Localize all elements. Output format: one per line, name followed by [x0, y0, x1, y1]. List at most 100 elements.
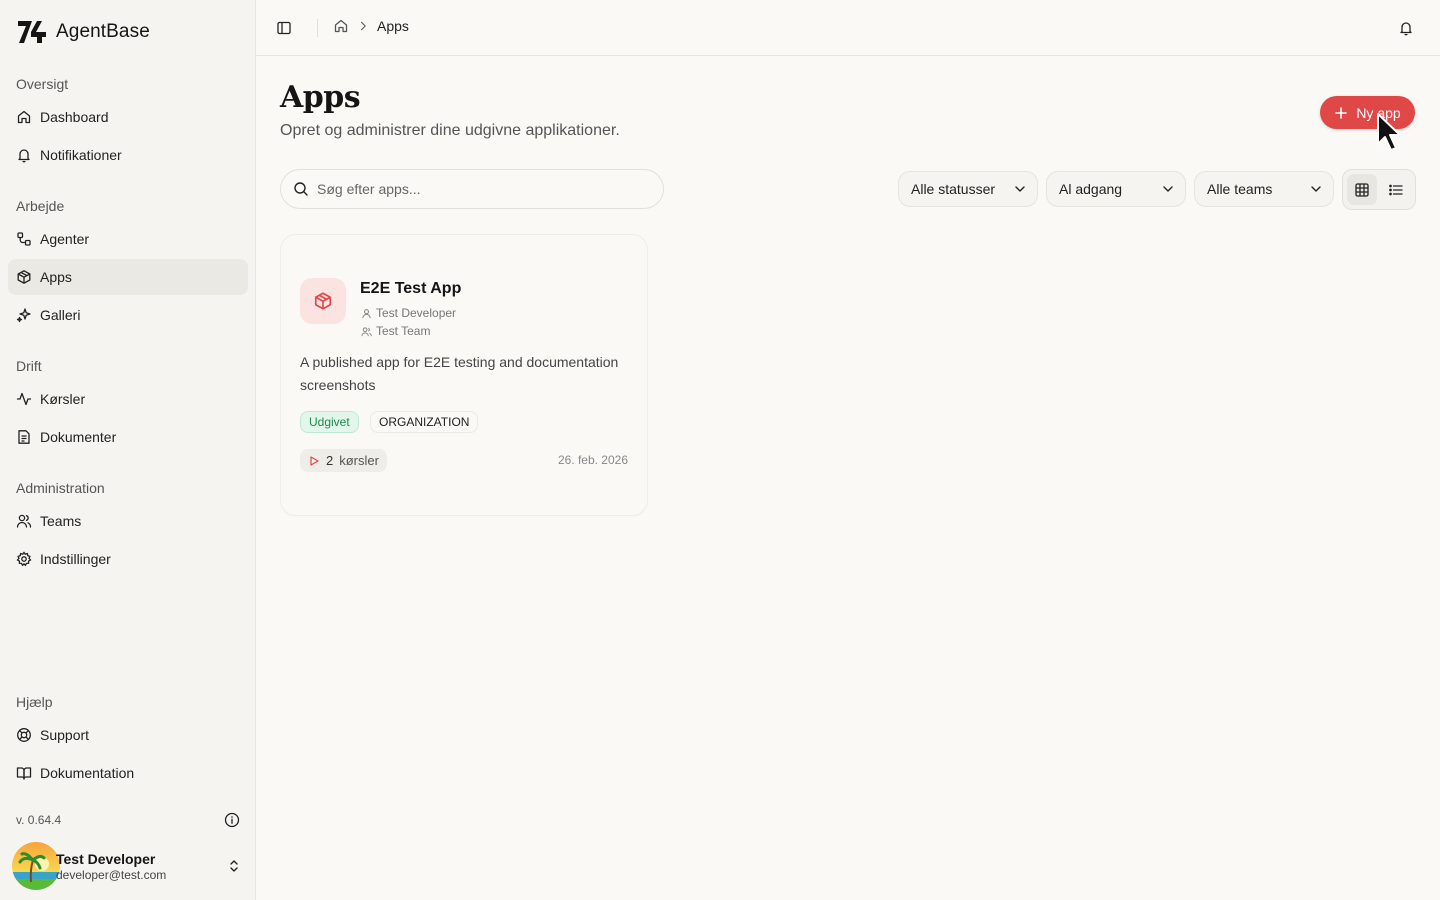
agentbase-logo-icon	[18, 21, 46, 43]
book-open-icon	[16, 767, 32, 780]
teams-filter-value: Alle teams	[1207, 181, 1273, 197]
user-name: Test Developer	[56, 850, 156, 867]
app-name: AgentBase	[56, 21, 150, 42]
page-subtitle: Opret og administrer dine udgivne applik…	[280, 122, 620, 139]
nav-section-hjaelp: Hjælp Support Dokumentation	[0, 690, 256, 791]
sidebar-item-dokumenter[interactable]: Dokumenter	[8, 419, 248, 455]
search-box[interactable]	[280, 169, 664, 209]
users-icon	[16, 514, 32, 528]
user-icon	[362, 308, 371, 318]
nav-section-drift: Drift Kørsler Dokumenter	[0, 354, 256, 455]
version-label: v. 0.64.4	[16, 813, 62, 827]
package-icon	[17, 270, 31, 284]
sidebar-item-label: Kørsler	[40, 391, 86, 407]
sidebar-item-label: Indstillinger	[40, 551, 111, 567]
life-buoy-icon	[17, 728, 31, 742]
bell-icon	[18, 149, 30, 163]
teams-filter-select[interactable]: Alle teams	[1194, 171, 1334, 207]
sidebar-item-label: Support	[40, 727, 90, 743]
chevron-down-icon	[1015, 186, 1025, 192]
developer-name: Test Developer	[376, 306, 457, 320]
runs-count: 2	[326, 453, 334, 468]
list-view-button[interactable]	[1381, 174, 1411, 205]
app-card-date: 26. feb. 2026	[557, 453, 628, 467]
breadcrumb: Apps	[333, 18, 409, 34]
user-info: Test Developer developer@test.com	[56, 851, 226, 882]
search-input[interactable]	[317, 181, 637, 197]
team-name: Test Team	[376, 324, 431, 338]
grid-icon	[1355, 182, 1369, 197]
sidebar-item-dokumentation[interactable]: Dokumentation	[8, 755, 248, 791]
beach-avatar-icon	[12, 842, 60, 890]
user-email: developer@test.com	[56, 867, 167, 882]
grid-view-button[interactable]	[1347, 174, 1377, 205]
nav-section-administration: Administration Teams Indstillinger	[0, 476, 256, 577]
breadcrumb-current: Apps	[377, 18, 409, 34]
app-card-title: E2E Test App	[360, 280, 462, 297]
notifications-bell-icon[interactable]	[1398, 20, 1414, 36]
activity-icon	[16, 392, 32, 406]
user-menu[interactable]: Test Developer developer@test.com	[12, 842, 244, 890]
sidebar-item-label: Dokumenter	[40, 429, 117, 445]
version-row: v. 0.64.4	[16, 812, 240, 828]
page-title: Apps	[280, 80, 361, 115]
sidebar: AgentBase Oversigt Dashboard Notifikatio…	[0, 0, 256, 900]
home-icon[interactable]	[333, 18, 349, 34]
app-card[interactable]: E2E Test App Test Developer Test Team A …	[280, 234, 648, 516]
brand[interactable]: AgentBase	[16, 18, 150, 46]
app-card-icon	[300, 278, 346, 324]
access-filter-select[interactable]: Al adgang	[1046, 171, 1186, 207]
chevron-down-icon	[1163, 186, 1173, 192]
topbar-divider	[317, 19, 318, 37]
app-card-description: A published app for E2E testing and docu…	[300, 354, 619, 393]
sidebar-item-support[interactable]: Support	[8, 717, 248, 753]
users-icon	[361, 326, 372, 336]
play-icon	[310, 455, 319, 466]
status-badge: Udgivet	[300, 411, 359, 433]
nav-section-arbejde: Arbejde Agenter Apps Galleri	[0, 194, 256, 333]
sidebar-item-agenter[interactable]: Agenter	[8, 221, 248, 257]
view-mode-toggle	[1342, 169, 1416, 210]
nav-heading: Arbejde	[16, 198, 65, 214]
sidebar-item-dashboard[interactable]: Dashboard	[8, 99, 248, 135]
sidebar-item-notifikationer[interactable]: Notifikationer	[8, 137, 248, 173]
status-filter-value: Alle statusser	[911, 181, 996, 197]
app-card-developer: Test Developer	[361, 306, 456, 320]
chevron-right-icon	[360, 21, 366, 31]
nav-heading: Administration	[16, 480, 105, 496]
plus-icon	[1335, 106, 1348, 119]
sidebar-item-label: Galleri	[40, 307, 81, 323]
nav-heading: Oversigt	[16, 76, 69, 92]
runs-label: kørsler	[339, 453, 379, 468]
mouse-cursor-icon	[1377, 113, 1401, 151]
topbar: Apps	[256, 0, 1440, 56]
nav-heading: Hjælp	[16, 694, 53, 710]
list-icon	[1389, 184, 1403, 195]
sidebar-item-apps[interactable]: Apps	[8, 259, 248, 295]
chevrons-up-down-icon	[230, 860, 238, 872]
sidebar-item-label: Dashboard	[40, 109, 109, 125]
sparkles-icon	[16, 308, 31, 323]
avatar	[12, 842, 60, 890]
package-icon	[314, 292, 332, 310]
access-filter-value: Al adgang	[1059, 181, 1123, 197]
sidebar-item-galleri[interactable]: Galleri	[8, 297, 248, 333]
runs-count-badge: 2 kørsler	[300, 449, 387, 472]
home-icon	[17, 110, 31, 124]
status-filter-select[interactable]: Alle statusser	[898, 171, 1038, 207]
sidebar-item-indstillinger[interactable]: Indstillinger	[8, 541, 248, 577]
sidebar-item-label: Apps	[40, 269, 72, 285]
access-badge: ORGANIZATION	[370, 411, 479, 433]
sidebar-item-korsler[interactable]: Kørsler	[8, 381, 248, 417]
sidebar-item-label: Teams	[40, 513, 82, 529]
info-icon[interactable]	[224, 812, 240, 828]
sidebar-item-teams[interactable]: Teams	[8, 503, 248, 539]
sidebar-item-label: Agenter	[40, 231, 90, 247]
app-card-team: Test Team	[361, 324, 430, 338]
file-text-icon	[18, 430, 30, 444]
chevron-down-icon	[1311, 186, 1321, 192]
gear-icon	[16, 551, 32, 567]
sidebar-item-label: Notifikationer	[40, 147, 122, 163]
sidebar-toggle-icon[interactable]	[276, 20, 292, 36]
sidebar-item-label: Dokumentation	[40, 765, 135, 781]
